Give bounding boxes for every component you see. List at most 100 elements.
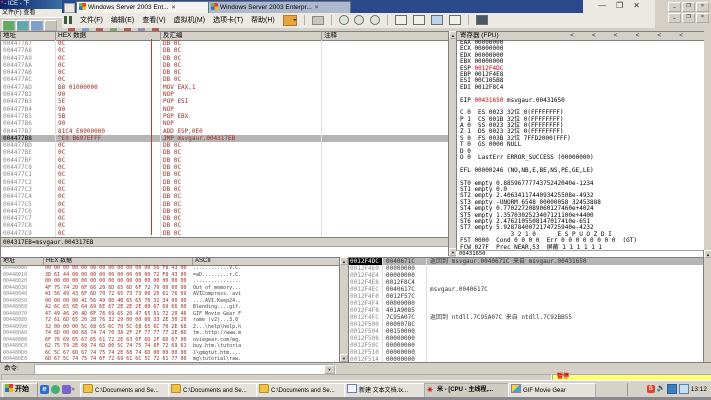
power-dropdown-icon[interactable] bbox=[283, 15, 297, 26]
disasm-address: 004477C1 bbox=[1, 171, 56, 178]
suspend-vm-icon[interactable] bbox=[64, 16, 72, 24]
host-window-menu[interactable]: 文件(F) 查看 bbox=[0, 9, 64, 17]
hexdump-rows[interactable]: 0044800000 00 00 00 00 00 00 00 00 00 00… bbox=[1, 265, 340, 363]
stack-row[interactable]: 0012F50400150000 bbox=[349, 328, 704, 335]
display-icon[interactable] bbox=[679, 384, 689, 394]
unity-view-icon[interactable] bbox=[431, 15, 443, 25]
stack-row[interactable]: 0012F4FC7C95A07C返回到 ntdll.7C95A07C 来自 nt… bbox=[349, 314, 704, 321]
take-snapshot-icon[interactable] bbox=[339, 15, 349, 25]
minimize-icon[interactable]: — bbox=[598, 1, 606, 10]
disasm-row[interactable]: 004477B290NOP bbox=[1, 91, 449, 98]
disasm-row[interactable]: 004477A70CDB 0C bbox=[1, 40, 449, 47]
minimize-icon[interactable]: _ bbox=[668, 13, 681, 23]
taskbar-button[interactable]: GIF Movie Gear bbox=[508, 383, 596, 398]
stack-row[interactable]: 0012F4E80012F8C4 bbox=[349, 279, 704, 286]
host-pause-button[interactable] bbox=[44, 20, 57, 31]
vmware-menu-item[interactable]: 帮助(H) bbox=[247, 13, 279, 28]
disasm-row[interactable]: 004477C50CDB 0C bbox=[1, 201, 449, 208]
media-player-icon[interactable] bbox=[62, 385, 71, 394]
disasm-row[interactable]: 004477C90CDB 0C bbox=[1, 230, 449, 237]
taskbar-button[interactable]: ✳米 - [CPU - 主线程,... bbox=[424, 383, 510, 398]
disasm-row[interactable]: 004477AB0CDB 0C bbox=[1, 69, 449, 76]
disasm-row[interactable]: 004477C00CDB 0C bbox=[1, 164, 449, 171]
disasm-row[interactable]: 004477C20CDB 0C bbox=[1, 179, 449, 186]
disasm-row[interactable]: 004477A90CDB 0C bbox=[1, 55, 449, 62]
snapshot-icon[interactable] bbox=[312, 16, 324, 25]
disasm-row[interactable]: 004477A80CDB 0C bbox=[1, 47, 449, 54]
disasm-row[interactable]: 004477B490NOP bbox=[1, 106, 449, 113]
console-view-icon[interactable] bbox=[413, 15, 425, 25]
fullscreen-icon[interactable] bbox=[476, 15, 488, 25]
disassembly-rows[interactable]: 004477A70CDB 0C004477A80CDB 0C004477A90C… bbox=[1, 40, 449, 237]
chevron-right-icon[interactable]: » bbox=[71, 386, 75, 393]
disasm-row[interactable]: 004477B781C4 E0000000ADD ESP,0E0 bbox=[1, 128, 449, 135]
vmware-menu-item[interactable]: 查看(V) bbox=[138, 13, 169, 28]
vmware-logo-icon[interactable] bbox=[64, 3, 75, 13]
show-library-icon[interactable] bbox=[395, 15, 407, 25]
disasm-row[interactable]: 004477ADB8 01000000MOV EAX,1 bbox=[1, 84, 449, 91]
tab-close-icon[interactable]: × bbox=[172, 4, 176, 11]
registers-list[interactable]: EAX 00000000ECX 00000000EDX 00000000EBX … bbox=[457, 40, 707, 251]
disasm-row[interactable]: 004477C70CDB 0C bbox=[1, 215, 449, 222]
vmware-menu-item[interactable]: 文件(F) bbox=[76, 13, 107, 28]
host-restart-button[interactable] bbox=[16, 20, 29, 31]
taskbar-button[interactable]: C:\Documents and Se... bbox=[80, 383, 170, 398]
vmware-menu-item[interactable]: 虚拟机(M) bbox=[170, 13, 210, 28]
close-icon[interactable]: × bbox=[696, 2, 709, 12]
disasm-row[interactable]: 004477B8^E9 B697EFFFJMP msvgaur.004317EB bbox=[1, 135, 449, 142]
stack-row[interactable]: 0012F4E000000000 bbox=[349, 265, 704, 272]
vmware-menu-item[interactable]: 编辑(E) bbox=[107, 13, 138, 28]
tab-close-icon[interactable]: × bbox=[315, 4, 319, 11]
ie-icon[interactable]: e bbox=[40, 385, 49, 394]
close-icon[interactable]: × bbox=[696, 13, 709, 23]
close-icon[interactable]: ✕ bbox=[633, 1, 640, 10]
sogou-input-icon[interactable]: S bbox=[647, 385, 655, 393]
stack-scrollbar[interactable]: ▲ bbox=[703, 250, 711, 362]
stack-row[interactable]: 0012F50C00000000 bbox=[349, 342, 704, 349]
restore-icon[interactable]: ❐ bbox=[616, 1, 623, 10]
manage-snapshot-icon[interactable] bbox=[370, 15, 380, 25]
stack-row[interactable]: 0012F4F00012F57C bbox=[349, 293, 704, 300]
msn-icon[interactable] bbox=[51, 385, 60, 394]
restore-icon[interactable]: ❐ bbox=[682, 13, 695, 23]
registers-pin-icons[interactable]: <<<<<< bbox=[570, 32, 701, 40]
vmware-menu-item[interactable]: 选项卡(T) bbox=[209, 13, 247, 28]
stack-row[interactable]: 0012F4F8401A9085 bbox=[349, 307, 704, 314]
disasm-row[interactable]: 004477BF0CDB 0C bbox=[1, 157, 449, 164]
disasm-row[interactable]: 004477B35EPOP ESI bbox=[1, 98, 449, 105]
stack-row[interactable]: 0012F4DC0040671C返回到 msvgaur.0040671C 来自 … bbox=[349, 258, 704, 265]
disasm-row[interactable]: 004477B55BPOP EBX bbox=[1, 113, 449, 120]
disasm-row[interactable]: 004477AA0CDB 0C bbox=[1, 62, 449, 69]
host-window-titlebar[interactable]: *- ICE - 下 bbox=[0, 0, 62, 9]
disasm-row[interactable]: 004477C10CDB 0C bbox=[1, 171, 449, 178]
disasm-row[interactable]: 004477C40CDB 0C bbox=[1, 193, 449, 200]
chevron-down-icon[interactable]: ▼ bbox=[324, 365, 335, 374]
disasm-row[interactable]: 004477AC0CDB 0C bbox=[1, 76, 449, 83]
stack-row[interactable]: 0012F50800000000 bbox=[349, 335, 704, 342]
speaker-icon[interactable]: 🔊 bbox=[657, 385, 665, 393]
taskbar-button[interactable]: C:\Documents and Se... bbox=[168, 383, 258, 398]
stack-row[interactable]: 0012F4F400000000 bbox=[349, 300, 704, 307]
stack-row[interactable]: 0012F51000000000 bbox=[349, 349, 704, 356]
disasm-row[interactable]: 004477BD0CDB 0C bbox=[1, 142, 449, 149]
taskbar-button[interactable]: C:\Documents and Se... bbox=[256, 383, 346, 398]
disasm-row[interactable]: 004477C30CDB 0C bbox=[1, 186, 449, 193]
stack-row[interactable]: 0012F5000000078C bbox=[349, 321, 704, 328]
taskbar-button[interactable]: 新建 文本文档.tx... bbox=[344, 383, 426, 398]
stack-pane[interactable]: 0012F4DC0040671C返回到 msvgaur.0040671C 来自 … bbox=[348, 257, 704, 363]
disasm-instruction: NOP bbox=[161, 120, 322, 127]
host-step-button[interactable] bbox=[30, 20, 43, 31]
revert-snapshot-icon[interactable] bbox=[354, 15, 364, 25]
restore-icon[interactable]: ❐ bbox=[682, 2, 695, 12]
disasm-row[interactable]: 004477C80CDB 0C bbox=[1, 222, 449, 229]
disasm-row[interactable]: 004477BE0CDB 0C bbox=[1, 149, 449, 156]
host-run-button[interactable] bbox=[2, 20, 15, 31]
start-button[interactable]: 开始 bbox=[2, 383, 38, 398]
network-icon[interactable] bbox=[667, 384, 677, 394]
disasm-row[interactable]: 004477C60CDB 0C bbox=[1, 208, 449, 215]
stack-row[interactable]: 0012F4E400000000 bbox=[349, 272, 704, 279]
minimize-icon[interactable]: _ bbox=[668, 2, 681, 12]
disasm-row[interactable]: 004477B690NOP bbox=[1, 120, 449, 127]
stack-row[interactable]: 0012F4EC0040617Cmsvgaur.0040617C bbox=[349, 286, 704, 293]
thumbnail-view-icon[interactable] bbox=[449, 15, 461, 25]
